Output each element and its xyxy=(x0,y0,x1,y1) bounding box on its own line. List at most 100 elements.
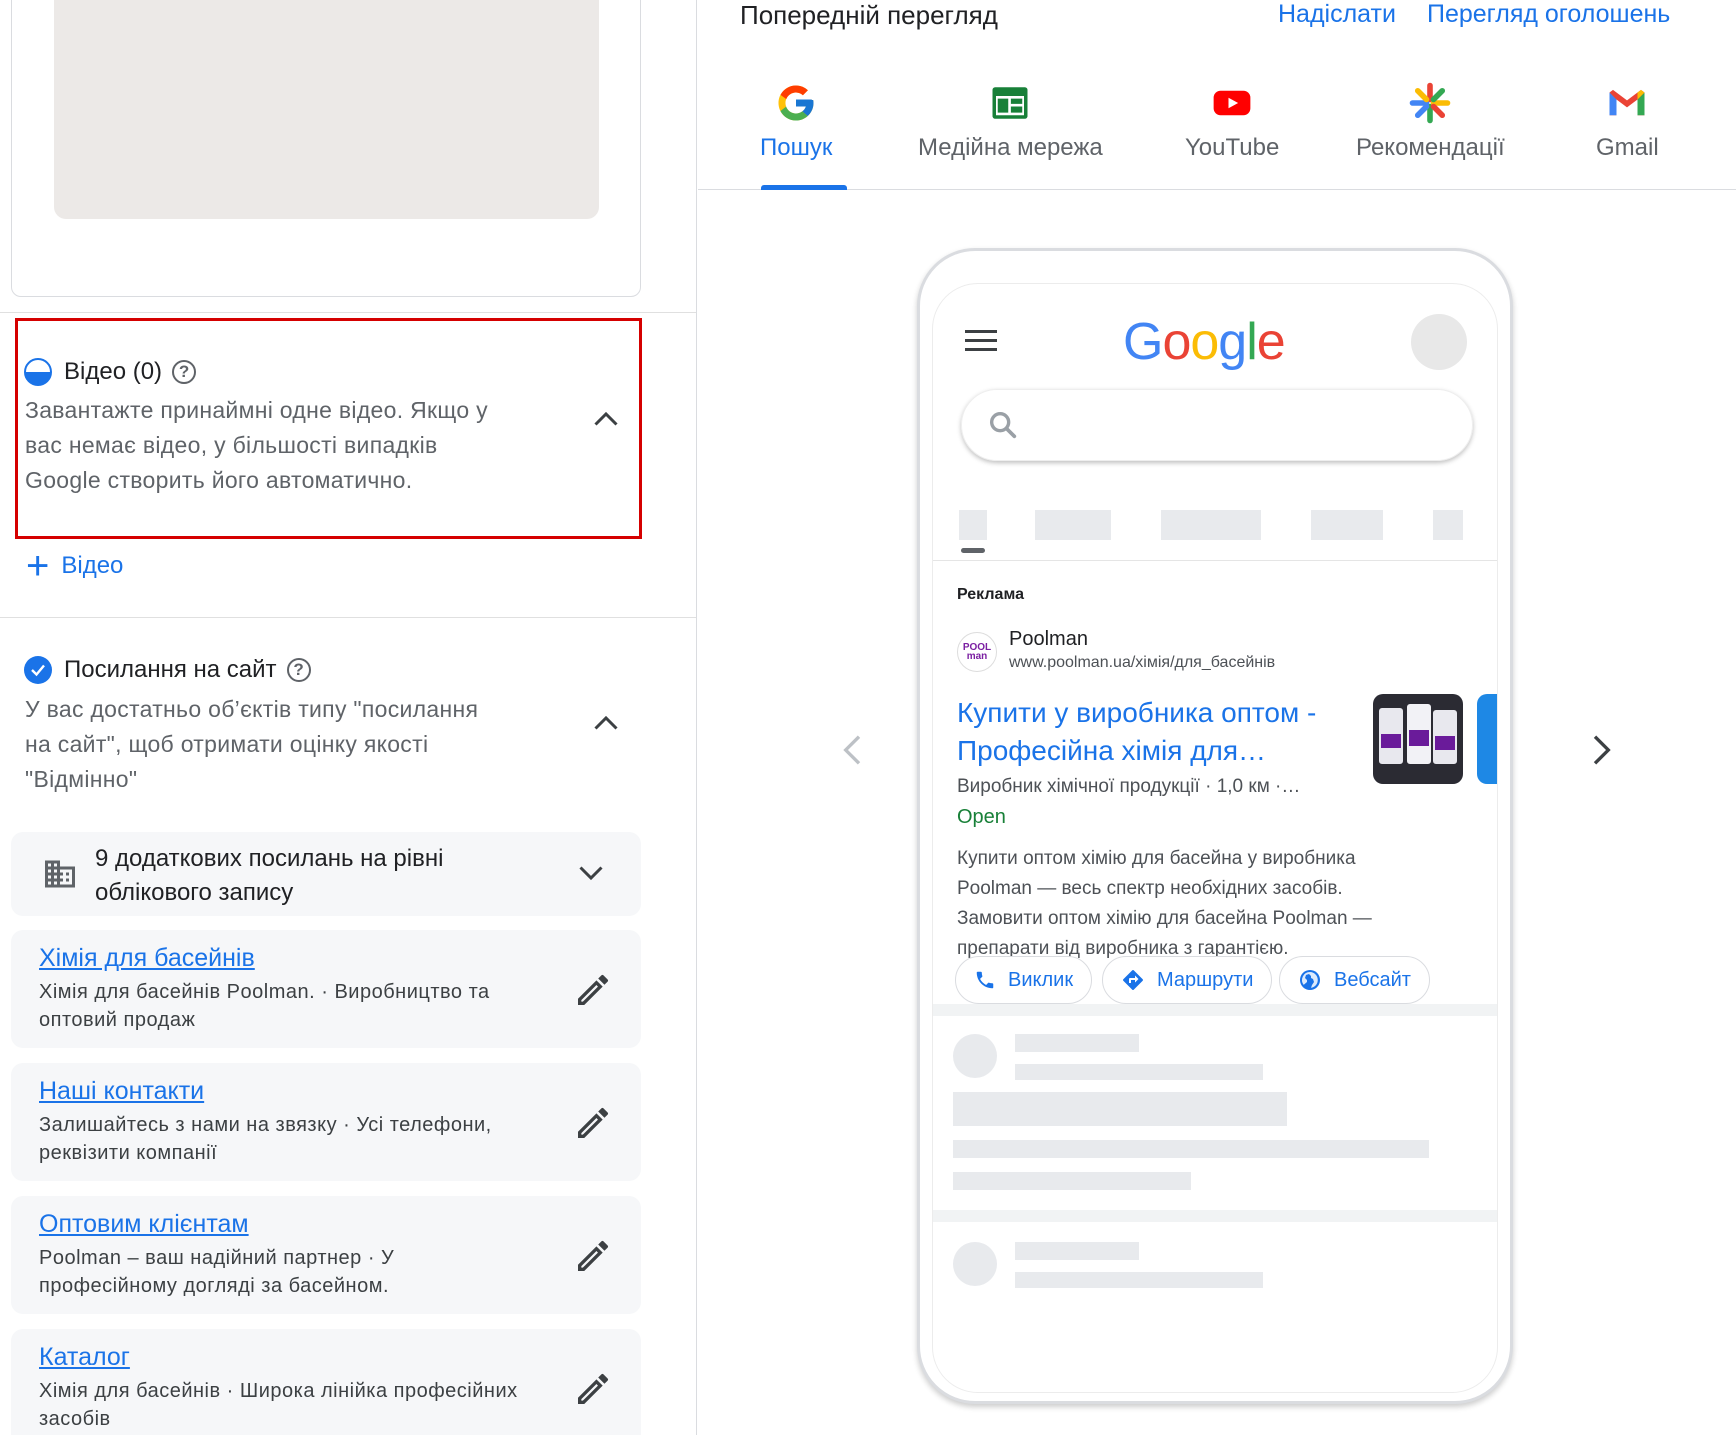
discover-icon xyxy=(1410,82,1451,124)
globe-icon xyxy=(1300,970,1320,990)
skeleton-line xyxy=(1015,1064,1263,1080)
text-line: облікового запису xyxy=(95,879,294,906)
skeleton-line xyxy=(1015,1272,1263,1288)
call-label: Виклик xyxy=(1008,968,1074,991)
help-icon[interactable]: ? xyxy=(286,658,311,682)
ad-assets-panel: Відео (0) ? Завантажте принаймні одне ві… xyxy=(0,0,697,1435)
add-video-button[interactable]: + Відео xyxy=(26,546,123,586)
sitelink-description: Хімія для басейнів Poolman. · Виробництв… xyxy=(39,978,559,1034)
preview-title: Попередній перегляд xyxy=(740,0,998,30)
tab-label: Пошук xyxy=(760,134,833,161)
tab-label: Gmail xyxy=(1596,134,1659,161)
ad-description: Купити оптом хімію для басейна у виробни… xyxy=(957,844,1447,964)
sitelink-card: Каталог Хімія для басейнів · Широка ліні… xyxy=(11,1329,641,1435)
ad-headline: Купити у виробника оптом - Професійна хі… xyxy=(957,694,1347,770)
text-line: 9 додаткових посилань на рівні xyxy=(95,845,444,872)
sitelink-description: Poolman – ваш надійний партнер · У профе… xyxy=(39,1244,559,1300)
tab-youtube[interactable]: YouTube xyxy=(1185,82,1279,162)
avatar xyxy=(1411,314,1467,370)
youtube-icon xyxy=(1213,90,1251,116)
desc-line: Завантажте принаймні одне відео. Якщо у xyxy=(25,397,488,423)
tab-gmail[interactable]: Gmail xyxy=(1596,82,1659,162)
display-network-icon xyxy=(992,87,1028,119)
next-arrow-icon[interactable] xyxy=(1580,730,1620,770)
desc-line: Poolman — весь спектр необхідних засобів… xyxy=(957,878,1343,899)
google-logo: Google xyxy=(1123,313,1286,371)
phone-screen: Google Реклама POOL man Poolman www.poolm… xyxy=(932,283,1498,1393)
active-tab-indicator xyxy=(761,185,847,190)
skeleton-avatar xyxy=(953,1242,997,1286)
sitelink-card: Оптовим клієнтам Poolman – ваш надійний … xyxy=(11,1196,641,1314)
sitelink-title[interactable]: Наші контакти xyxy=(39,1077,204,1106)
sitelink-title[interactable]: Хімія для басейнів xyxy=(39,944,255,973)
tab-label: Медійна мережа xyxy=(918,134,1103,161)
website-button[interactable]: Вебсайт xyxy=(1279,956,1430,1004)
ad-label: Реклама xyxy=(957,586,1024,603)
account-links-text: 9 додаткових посилань на рівні обліковог… xyxy=(95,842,535,910)
divider xyxy=(0,312,696,313)
tab-display-network[interactable]: Медійна мережа xyxy=(918,82,1103,162)
desc-line: "Відмінно" xyxy=(25,766,138,792)
tab-recommendations[interactable]: Рекомендації xyxy=(1356,82,1505,162)
call-button[interactable]: Виклик xyxy=(955,956,1093,1004)
building-icon xyxy=(45,860,75,888)
google-g-icon xyxy=(778,85,814,121)
skeleton-block xyxy=(1433,510,1463,540)
help-icon[interactable]: ? xyxy=(172,360,197,384)
advertiser-favicon: POOL man xyxy=(957,632,997,672)
account-level-sitelinks-row[interactable]: 9 додаткових посилань на рівні обліковог… xyxy=(11,832,641,916)
sitelinks-section-description: У вас достатньо об’єктів типу "посилання… xyxy=(25,692,478,797)
skeleton-avatar xyxy=(953,1034,997,1078)
text-line: Хімія для басейнів Poolman. · Виробництв… xyxy=(39,981,490,1003)
tab-label: YouTube xyxy=(1185,134,1280,161)
skeleton-line xyxy=(953,1140,1429,1158)
chevron-up-icon[interactable] xyxy=(588,402,624,438)
edit-pencil-icon[interactable] xyxy=(573,970,613,1010)
desc-line: вас немає відео, у більшості випадків xyxy=(25,432,438,458)
sitelink-card: Хімія для басейнів Хімія для басейнів Po… xyxy=(11,930,641,1048)
skeleton-line xyxy=(1015,1034,1139,1052)
tab-search[interactable]: Пошук xyxy=(760,82,832,162)
gmail-icon xyxy=(1609,89,1645,116)
sitelink-card: Наші контакти Залишайтесь з нами на звяз… xyxy=(11,1063,641,1181)
phone-icon xyxy=(976,971,994,989)
advertiser-name: Poolman xyxy=(1009,628,1088,650)
directions-button[interactable]: Маршрути xyxy=(1102,956,1273,1004)
phone-frame: Google Реклама POOL man Poolman www.poolm… xyxy=(917,248,1513,1404)
image-asset-card xyxy=(11,0,641,297)
display-url: www.poolman.ua/хімія/для_басейнів xyxy=(1009,654,1276,671)
directions-label: Маршрути xyxy=(1157,968,1254,991)
menu-icon xyxy=(965,330,997,357)
desc-line: У вас достатньо об’єктів типу "посилання xyxy=(25,696,479,722)
open-status: Open xyxy=(957,806,1006,828)
send-link[interactable]: Надіслати xyxy=(1278,0,1396,29)
headline-line: Купити у виробника оптом - xyxy=(957,697,1317,728)
sitelink-title[interactable]: Каталог xyxy=(39,1343,130,1372)
edit-pencil-icon[interactable] xyxy=(573,1369,613,1409)
chevron-down-icon[interactable] xyxy=(573,854,609,890)
ad-product-image-2 xyxy=(1477,694,1497,784)
headline-line: Професійна хімія для… xyxy=(957,735,1267,766)
text-line: Хімія для басейнів · Широка лінійка проф… xyxy=(39,1380,518,1402)
previous-arrow-icon[interactable] xyxy=(834,730,874,770)
divider xyxy=(0,617,696,618)
desc-line: Google створить його автоматично. xyxy=(25,467,413,493)
video-section-title: Відео (0) xyxy=(64,358,163,385)
chevron-up-icon[interactable] xyxy=(588,706,624,742)
section-separator xyxy=(933,1004,1497,1016)
sitelink-title[interactable]: Оптовим клієнтам xyxy=(39,1210,249,1239)
ad-preview-panel: Попередній перегляд Надіслати Перегляд о… xyxy=(698,0,1736,1435)
skeleton-line xyxy=(953,1092,1287,1126)
text-line: професійному догляді за басейном. xyxy=(39,1275,390,1297)
divider xyxy=(933,560,1497,561)
edit-pencil-icon[interactable] xyxy=(573,1236,613,1276)
skeleton-line xyxy=(1015,1242,1139,1260)
desc-line: Купити оптом хімію для басейна у виробни… xyxy=(957,848,1356,869)
view-ads-link[interactable]: Перегляд оголошень xyxy=(1427,0,1670,29)
ad-business-info: Виробник хімічної продукції · 1,0 км ·… xyxy=(957,776,1301,797)
skeleton-block xyxy=(959,510,987,540)
check-circle-icon xyxy=(24,656,52,684)
text-line: засобів xyxy=(39,1408,111,1430)
edit-pencil-icon[interactable] xyxy=(573,1103,613,1143)
sitelink-description: Хімія для басейнів · Широка лінійка проф… xyxy=(39,1377,559,1433)
